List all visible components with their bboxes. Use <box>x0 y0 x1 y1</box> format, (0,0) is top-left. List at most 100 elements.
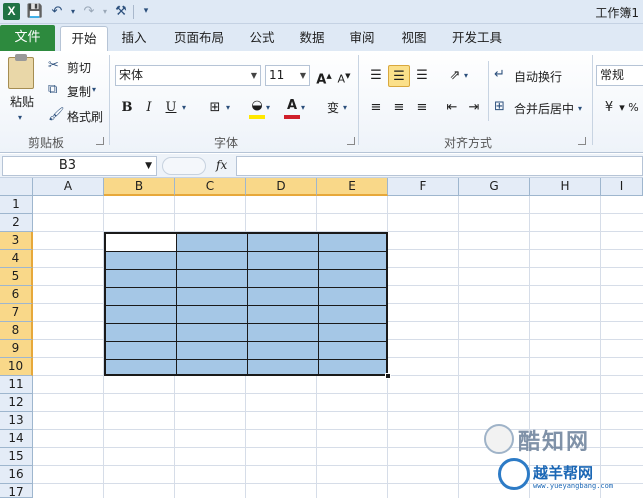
cell-border <box>106 287 386 288</box>
italic-button[interactable]: I <box>138 97 160 119</box>
fill-color-icon[interactable]: ◒ <box>246 95 268 117</box>
row-header-5[interactable]: 5 <box>0 268 33 286</box>
column-header-d[interactable]: D <box>246 178 317 196</box>
row-header-9[interactable]: 9 <box>0 340 33 358</box>
column-header-c[interactable]: C <box>175 178 246 196</box>
row-header-6[interactable]: 6 <box>0 286 33 304</box>
copy-icon[interactable]: ⧉ <box>48 81 57 99</box>
align-top-icon[interactable]: ☰ <box>365 65 387 87</box>
tab-developer[interactable]: 开发工具 <box>444 26 510 51</box>
cell-border <box>106 359 386 360</box>
phonetic-guide-icon[interactable]: 变 <box>322 97 344 119</box>
excel-app-icon[interactable]: X <box>3 3 20 20</box>
column-header-a[interactable]: A <box>33 178 104 196</box>
tab-insert[interactable]: 插入 <box>112 26 156 51</box>
group-separator <box>592 55 593 145</box>
row-header-14[interactable]: 14 <box>0 430 33 448</box>
customize-qat-icon[interactable]: ▾ <box>137 3 155 20</box>
font-size-select[interactable]: 11 ▼ <box>265 65 310 86</box>
borders-dropdown-icon[interactable]: ▾ <box>226 99 230 117</box>
font-name-select[interactable]: 宋体 ▼ <box>115 65 261 86</box>
underline-button[interactable]: U <box>160 97 182 119</box>
tab-file[interactable]: 文件 <box>0 25 55 51</box>
wrap-text-icon[interactable]: ↵ <box>494 66 505 84</box>
fx-icon[interactable]: fx <box>216 158 227 172</box>
paste-button[interactable]: 粘贴 <box>10 93 34 110</box>
row-header-7[interactable]: 7 <box>0 304 33 322</box>
tab-view[interactable]: 视图 <box>392 26 436 51</box>
row-header-17[interactable]: 17 <box>0 484 33 498</box>
row-header-2[interactable]: 2 <box>0 214 33 232</box>
tab-page-layout[interactable]: 页面布局 <box>166 26 232 51</box>
watermark-logo2-icon <box>498 458 530 490</box>
align-right-icon[interactable]: ≡ <box>411 97 433 119</box>
row-header-13[interactable]: 13 <box>0 412 33 430</box>
cell-border <box>318 234 319 374</box>
selected-range[interactable] <box>104 232 391 379</box>
bold-button[interactable]: B <box>116 97 138 119</box>
active-cell[interactable] <box>106 234 176 251</box>
formula-bar: B3 ▼ fx <box>0 154 643 178</box>
paste-dropdown-icon[interactable]: ▾ <box>18 109 22 127</box>
column-header-b[interactable]: B <box>104 178 175 196</box>
column-header-f[interactable]: F <box>388 178 459 196</box>
fill-color-dropdown-icon[interactable]: ▾ <box>266 99 270 117</box>
decrease-indent-icon[interactable]: ⇤ <box>441 97 463 119</box>
borders-icon[interactable]: ⊞ <box>204 97 226 119</box>
number-format-select[interactable]: 常规 <box>596 65 643 86</box>
paste-icon[interactable] <box>8 54 34 89</box>
row-header-15[interactable]: 15 <box>0 448 33 466</box>
align-left-icon[interactable]: ≡ <box>365 97 387 119</box>
alignment-launcher-icon[interactable] <box>578 137 586 145</box>
scissors-icon[interactable]: ✂ <box>48 57 59 75</box>
font-color-icon[interactable]: A <box>281 95 303 117</box>
tab-home[interactable]: 开始 <box>60 26 108 52</box>
save-icon[interactable]: 💾 <box>26 3 44 20</box>
orientation-icon[interactable]: ⇗ <box>444 65 466 87</box>
align-bottom-icon[interactable]: ☰ <box>411 65 433 87</box>
row-header-16[interactable]: 16 <box>0 466 33 484</box>
row-header-3[interactable]: 3 <box>0 232 33 250</box>
column-header-h[interactable]: H <box>530 178 601 196</box>
tab-formulas[interactable]: 公式 <box>240 26 284 51</box>
tools-icon[interactable]: ⚒ <box>112 3 130 20</box>
row-header-10[interactable]: 10 <box>0 358 33 376</box>
format-painter-icon[interactable]: 🖌 <box>48 106 65 124</box>
tab-review[interactable]: 审阅 <box>340 26 384 51</box>
row-header-1[interactable]: 1 <box>0 196 33 214</box>
copy-button[interactable]: 复制 <box>67 83 91 100</box>
name-box[interactable]: B3 ▼ <box>2 156 157 176</box>
column-header-i[interactable]: I <box>601 178 643 196</box>
column-header-e[interactable]: E <box>317 178 388 196</box>
grow-font-button[interactable]: A▲ <box>313 65 335 87</box>
copy-dropdown-icon[interactable]: ▾ <box>92 81 96 99</box>
formula-input[interactable] <box>236 156 643 176</box>
align-center-icon[interactable]: ≡ <box>388 97 410 119</box>
merge-dropdown-icon[interactable]: ▾ <box>578 100 582 118</box>
fill-handle[interactable] <box>385 373 391 379</box>
cell-border <box>106 269 386 270</box>
format-painter-button[interactable]: 格式刷 <box>67 108 103 125</box>
currency-icon[interactable]: ¥ <box>598 97 620 119</box>
row-header-12[interactable]: 12 <box>0 394 33 412</box>
tab-data[interactable]: 数据 <box>290 26 334 51</box>
percent-icon[interactable]: ▾ % <box>618 97 640 119</box>
font-color-dropdown-icon[interactable]: ▾ <box>301 99 305 117</box>
cut-button[interactable]: 剪切 <box>67 59 91 76</box>
merge-center-icon[interactable]: ⊞ <box>494 98 505 116</box>
shrink-font-button[interactable]: A▼ <box>333 65 355 87</box>
merge-center-button[interactable]: 合并后居中 <box>514 100 574 117</box>
increase-indent-icon[interactable]: ⇥ <box>463 97 485 119</box>
wrap-text-button[interactable]: 自动换行 <box>514 68 562 85</box>
select-all-corner[interactable] <box>0 178 33 196</box>
phonetic-dropdown-icon[interactable]: ▾ <box>343 99 347 117</box>
align-middle-icon[interactable]: ☰ <box>388 65 410 87</box>
font-launcher-icon[interactable] <box>347 137 355 145</box>
row-header-8[interactable]: 8 <box>0 322 33 340</box>
clipboard-launcher-icon[interactable] <box>96 137 104 145</box>
row-header-11[interactable]: 11 <box>0 376 33 394</box>
column-header-g[interactable]: G <box>459 178 530 196</box>
underline-dropdown-icon[interactable]: ▾ <box>182 99 186 117</box>
orientation-dropdown-icon[interactable]: ▾ <box>464 67 468 85</box>
row-header-4[interactable]: 4 <box>0 250 33 268</box>
